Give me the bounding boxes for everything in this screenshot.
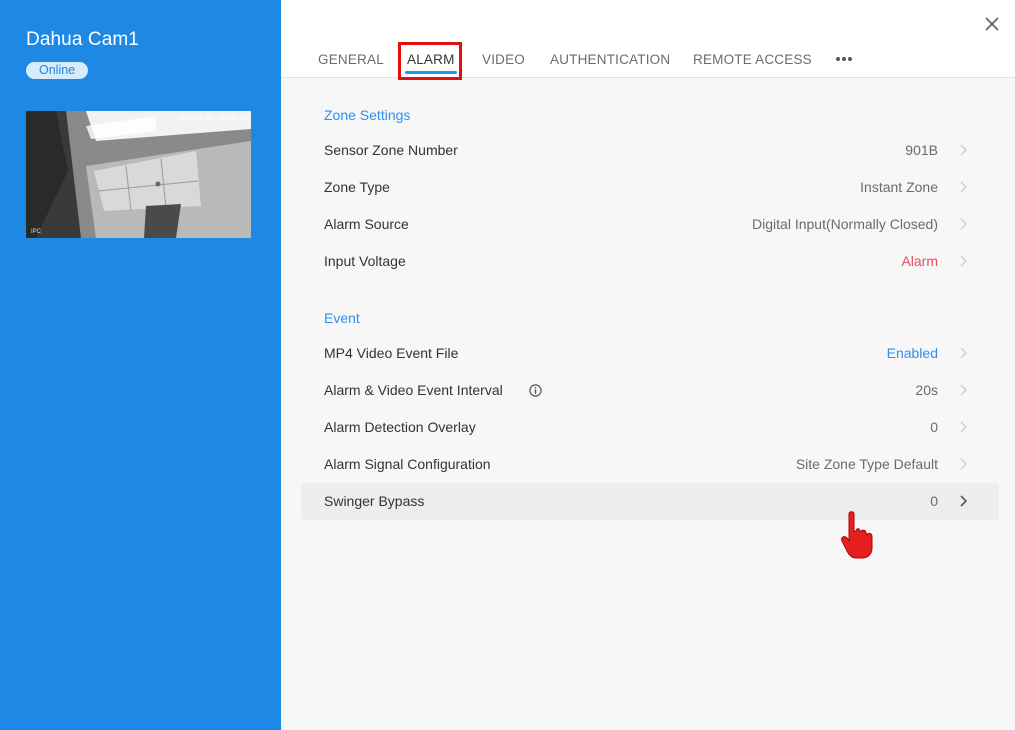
close-icon[interactable] [981,13,1003,35]
row-value: 0 [930,419,938,435]
hand-pointer-icon [841,511,873,559]
chevron-right-icon [960,144,967,156]
thumbnail-timestamp: 2022-07-21 18:08:29 [177,115,246,122]
device-settings-panel: GENERAL ALARM VIDEO AUTHENTICATION REMOT… [281,0,1015,730]
chevron-right-icon [960,347,967,359]
row-swinger-bypass[interactable]: Swinger Bypass 0 [301,483,999,520]
info-icon[interactable] [529,384,542,397]
row-alarm-detection-overlay[interactable]: Alarm Detection Overlay 0 [301,409,999,446]
device-name: Dahua Cam1 [26,29,139,50]
row-label: Alarm Source [324,216,409,232]
tab-authentication[interactable]: AUTHENTICATION [550,52,670,67]
row-value: 20s [915,382,938,398]
row-input-voltage[interactable]: Input Voltage Alarm [301,243,999,280]
chevron-right-icon [960,495,967,507]
chevron-right-icon [960,255,967,267]
chevron-right-icon [960,458,967,470]
row-value: 0 [930,493,938,509]
row-value-alarm: Alarm [901,253,938,269]
row-label: Alarm & Video Event Interval [324,382,503,398]
more-horizontal-icon[interactable] [834,52,854,64]
settings-header: GENERAL ALARM VIDEO AUTHENTICATION REMOT… [281,0,1015,80]
row-value: 901B [905,142,938,158]
row-alarm-source[interactable]: Alarm Source Digital Input(Normally Clos… [301,206,999,243]
chevron-right-icon [960,384,967,396]
row-alarm-video-event-interval[interactable]: Alarm & Video Event Interval 20s [301,372,999,409]
row-label: Alarm Signal Configuration [324,456,491,472]
camera-thumbnail[interactable]: 2022-07-21 18:08:29 IPC [26,111,251,238]
row-zone-type[interactable]: Zone Type Instant Zone [301,169,999,206]
section-title-event: Event [324,310,360,326]
tab-video[interactable]: VIDEO [482,52,525,67]
row-value: Instant Zone [860,179,938,195]
chevron-right-icon [960,218,967,230]
row-sensor-zone-number[interactable]: Sensor Zone Number 901B [301,132,999,169]
row-label: Sensor Zone Number [324,142,458,158]
row-label: Swinger Bypass [324,493,425,509]
row-value-enabled: Enabled [886,345,938,361]
row-label: Alarm Detection Overlay [324,419,476,435]
chevron-right-icon [960,181,967,193]
camera-snapshot-image [26,111,251,238]
tab-remote-access[interactable]: REMOTE ACCESS [693,52,812,67]
device-sidebar: Dahua Cam1 Online 2022-07-21 18:08:29 IP… [0,0,281,730]
row-label: Input Voltage [324,253,406,269]
chevron-right-icon [960,421,967,433]
row-alarm-signal-configuration[interactable]: Alarm Signal Configuration Site Zone Typ… [301,446,999,483]
row-label: MP4 Video Event File [324,345,459,361]
row-value: Digital Input(Normally Closed) [752,216,938,232]
row-mp4-video-event-file[interactable]: MP4 Video Event File Enabled [301,335,999,372]
tab-general[interactable]: GENERAL [318,52,384,67]
row-label: Zone Type [324,179,390,195]
status-badge: Online [26,62,89,79]
thumbnail-watermark: IPC [31,229,42,235]
row-value: Site Zone Type Default [795,456,938,472]
section-title-zone-settings: Zone Settings [324,107,411,123]
tab-highlight-box [398,42,462,80]
